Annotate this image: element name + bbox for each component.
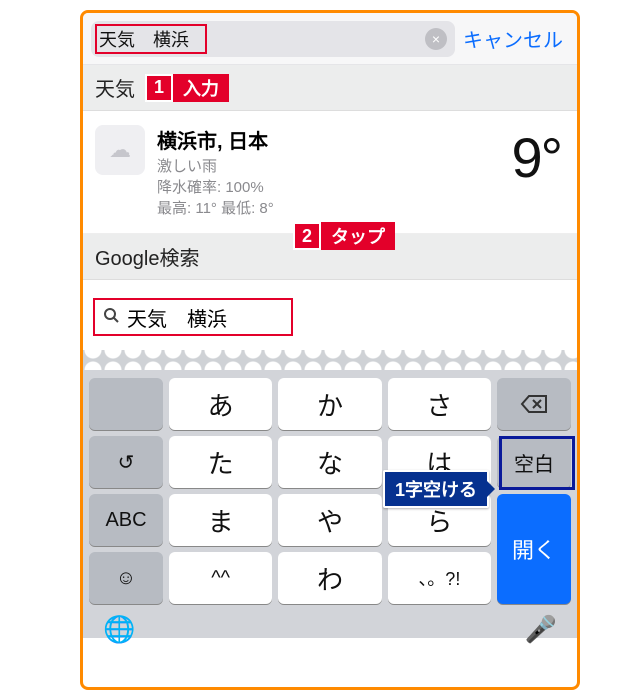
section-header-weather: 天気 1 入力	[83, 65, 577, 111]
section-title-google: Google検索	[95, 242, 200, 271]
key-abc[interactable]: ABC	[89, 494, 163, 546]
step2-label: タップ	[321, 222, 395, 250]
google-search-suggestion[interactable]: 天気 横浜	[93, 298, 293, 336]
image-tear-separator	[83, 350, 577, 370]
key-space[interactable]: 空白	[497, 436, 571, 488]
key-emoji[interactable]: ☺	[89, 552, 163, 604]
search-icon	[103, 307, 119, 328]
weather-temp: 9°	[511, 125, 561, 190]
section-header-google: Google検索 2 タップ	[83, 234, 577, 280]
keyboard-row-4: ☺ ^^ わ 、。?!	[89, 552, 491, 604]
search-bar: 天気 横浜 × キャンセル	[83, 13, 577, 65]
annotation-callout-space: 1字空ける	[383, 470, 489, 508]
weather-city: 横浜市, 日本	[157, 125, 274, 154]
annotation-step1: 1 入力	[145, 74, 229, 102]
section-title-weather: 天気	[95, 73, 135, 102]
weather-condition: 激しい雨	[157, 156, 274, 177]
key-ya[interactable]: や	[278, 494, 381, 546]
globe-icon[interactable]: 🌐	[103, 614, 135, 645]
weather-hilo: 最高: 11° 最低: 8°	[157, 198, 274, 219]
key-backspace[interactable]	[497, 378, 571, 430]
mic-icon[interactable]: 🎤	[525, 614, 557, 645]
keyboard-bottom-row: 🌐 🎤	[89, 610, 571, 645]
cancel-button[interactable]: キャンセル	[463, 24, 569, 53]
keyboard-row-1: あ か さ	[89, 378, 571, 430]
weather-meta: 横浜市, 日本 激しい雨 降水確率: 100% 最高: 11° 最低: 8°	[157, 125, 274, 219]
key-blank[interactable]	[89, 378, 163, 430]
key-na[interactable]: な	[278, 436, 381, 488]
key-wa[interactable]: わ	[278, 552, 381, 604]
step2-number: 2	[293, 222, 321, 250]
search-query-text: 天気 横浜	[99, 26, 189, 52]
key-a[interactable]: あ	[169, 378, 272, 430]
key-sa[interactable]: さ	[388, 378, 491, 430]
google-search-text: 天気 横浜	[127, 303, 227, 332]
weather-icon: ☁	[95, 125, 145, 175]
key-open[interactable]: 開く	[497, 494, 571, 604]
clear-icon[interactable]: ×	[425, 28, 447, 50]
key-caret[interactable]: ^^	[169, 552, 272, 604]
screenshot-frame: 天気 横浜 × キャンセル 天気 1 入力 ☁ 横浜市, 日本 激しい雨 降水確…	[80, 10, 580, 690]
keyboard: あ か さ ↺ た な は 空白 ABC ま や ら 開く ☺ ^^ わ 、。?…	[83, 370, 577, 638]
weather-pop: 降水確率: 100%	[157, 177, 274, 198]
key-punct[interactable]: 、。?!	[388, 552, 491, 604]
key-ta[interactable]: た	[169, 436, 272, 488]
backspace-icon	[520, 394, 548, 414]
key-ma[interactable]: ま	[169, 494, 272, 546]
weather-result-row[interactable]: ☁ 横浜市, 日本 激しい雨 降水確率: 100% 最高: 11° 最低: 8°…	[83, 111, 577, 234]
search-input[interactable]: 天気 横浜 ×	[91, 21, 455, 57]
google-search-area: 天気 横浜	[83, 280, 577, 350]
key-undo[interactable]: ↺	[89, 436, 163, 488]
annotation-step2: 2 タップ	[293, 222, 395, 250]
key-ka[interactable]: か	[278, 378, 381, 430]
step1-label: 入力	[173, 74, 229, 102]
step1-number: 1	[145, 74, 173, 102]
